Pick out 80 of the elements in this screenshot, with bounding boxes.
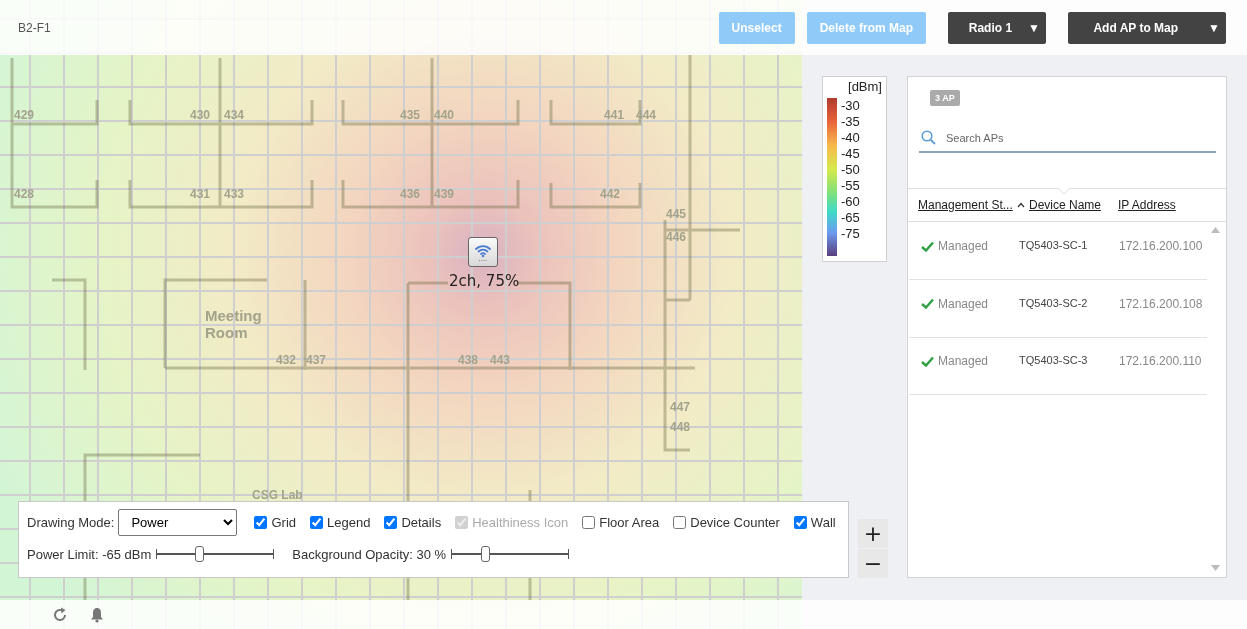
room-label: 429	[14, 108, 35, 122]
room-label: Meeting Room	[205, 307, 263, 341]
room-label: 439	[434, 187, 455, 201]
status-cell: Managed	[938, 354, 989, 368]
checkbox-label: Grid	[271, 515, 296, 530]
drawing-mode-select[interactable]: Power	[118, 509, 238, 536]
check-icon	[921, 240, 934, 252]
drawing-mode-label: Drawing Mode:	[27, 515, 115, 530]
checkbox-label: Legend	[327, 515, 371, 530]
checkbox[interactable]	[582, 516, 596, 529]
search-icon	[921, 130, 936, 145]
room-label: 443	[490, 353, 511, 367]
check-icon	[921, 298, 934, 309]
column-header[interactable]: Device Name	[1029, 198, 1102, 212]
bell-icon[interactable]	[90, 606, 104, 623]
legend-tick: -65	[841, 210, 861, 226]
room-label: 448	[670, 420, 691, 434]
device-name-cell: TQ5403-SC-2	[1019, 296, 1088, 309]
room-label: 440	[434, 108, 455, 122]
check-icon	[921, 355, 934, 367]
checkbox-label: Wall	[810, 515, 836, 530]
legend-tick: -35	[841, 114, 861, 130]
room-label: 442	[600, 187, 621, 201]
room-label: 430	[190, 108, 211, 122]
legend-tick: -50	[841, 162, 861, 178]
status-cell: Managed	[938, 296, 989, 311]
checkbox[interactable]	[673, 516, 687, 529]
checkbox-label: Details	[401, 515, 442, 530]
ip-address-cell: 172.16.200.100	[1119, 239, 1203, 253]
checkbox[interactable]	[384, 516, 398, 529]
checkbox[interactable]	[310, 516, 323, 529]
room-label: 431	[190, 187, 211, 201]
room-label: 444	[636, 108, 657, 122]
legend-tick: -60	[841, 194, 861, 210]
room-label: 433	[224, 187, 245, 201]
ap-count-badge: 3 AP	[930, 90, 960, 106]
radio-dropdown[interactable]: Radio 1 ▼	[948, 11, 1046, 44]
search-field[interactable]: Search APs	[944, 130, 1188, 145]
slider-label: Background Opacity: 30 %	[292, 546, 447, 562]
room-label: 432	[276, 353, 297, 367]
room-label: 441	[604, 108, 625, 122]
zoom-in-button[interactable]: +	[858, 519, 888, 548]
slider-label: Power Limit: -65 dBm	[27, 546, 152, 562]
device-name-cell: TQ5403-SC-3	[1019, 354, 1088, 366]
opacity-slider[interactable]	[451, 546, 570, 562]
legend-tick: -75	[841, 226, 861, 242]
legend-unit: [dBm]	[847, 79, 882, 95]
access-point-icon[interactable]	[468, 237, 498, 267]
zoom-out-button[interactable]: −	[858, 549, 888, 578]
room-label: 446	[666, 230, 687, 244]
floor-name: B2-F1	[18, 20, 51, 35]
room-label: 445	[666, 207, 687, 221]
ip-address-cell: 172.16.200.110	[1119, 354, 1202, 368]
sort-caret-icon	[1017, 202, 1025, 208]
room-label: CSG Lab	[252, 488, 303, 502]
legend-tick: -30	[841, 98, 861, 114]
legend-tick: -45	[841, 146, 861, 162]
room-label: 437	[306, 353, 327, 367]
access-point-label: 2ch, 75%	[449, 272, 520, 290]
room-label: 447	[670, 400, 691, 414]
checkbox[interactable]	[254, 516, 268, 529]
room-label: 434	[224, 108, 245, 122]
room-label: 438	[458, 353, 479, 367]
legend-tick: -55	[841, 178, 861, 194]
status-cell: Managed	[938, 239, 989, 253]
refresh-icon[interactable]	[52, 606, 68, 623]
add-ap-dropdown[interactable]: Add AP to Map ▼	[1068, 11, 1226, 44]
checkbox-label: Floor Area	[599, 515, 660, 530]
column-header[interactable]: Management St...	[918, 198, 1013, 212]
room-label: 428	[14, 187, 35, 201]
device-name-cell: TQ5403-SC-1	[1019, 239, 1088, 251]
power-limit-slider[interactable]	[156, 546, 275, 562]
checkbox[interactable]	[793, 516, 807, 529]
ip-address-cell: 172.16.200.108	[1119, 296, 1203, 311]
room-label: 435	[400, 108, 421, 122]
room-label: 436	[400, 187, 421, 201]
checkbox-label: Healthiness Icon	[472, 515, 569, 530]
column-header[interactable]: IP Address	[1118, 198, 1176, 212]
legend-tick: -40	[841, 130, 861, 146]
checkbox-label: Device Counter	[690, 515, 780, 530]
